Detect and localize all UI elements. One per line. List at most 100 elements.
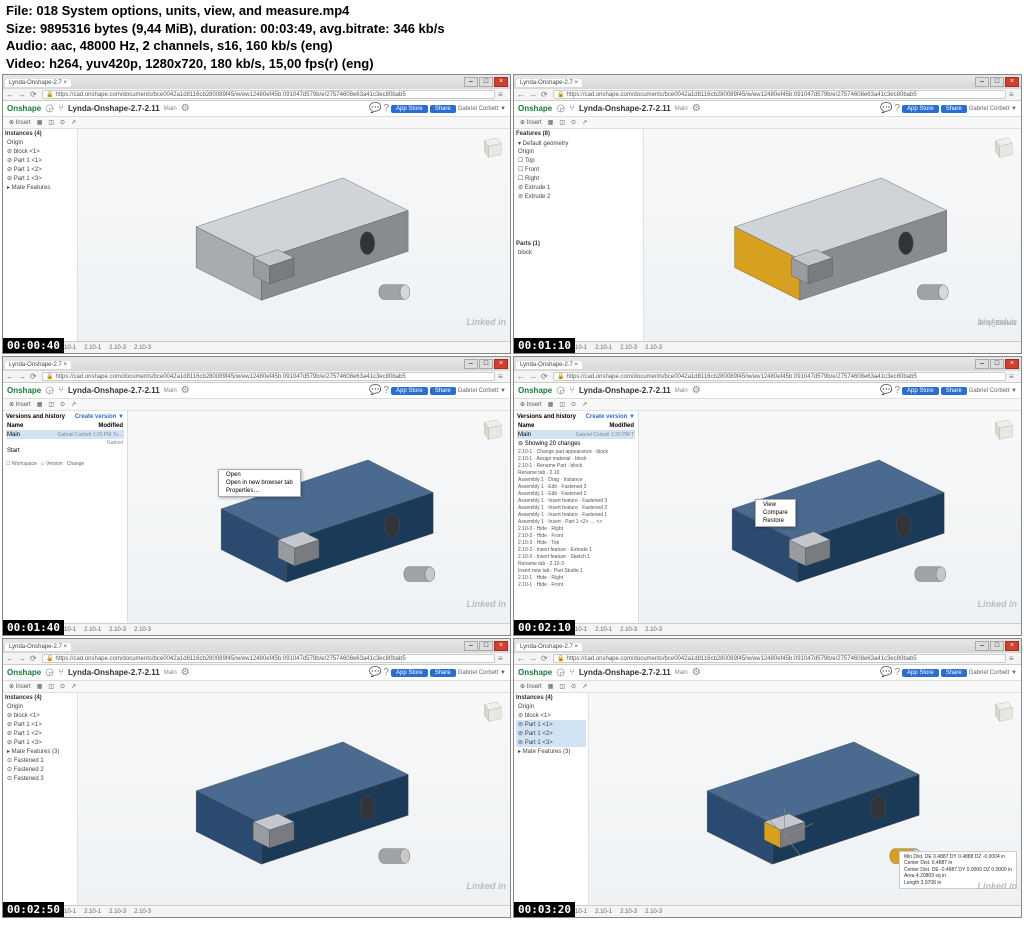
menu-icon[interactable]: ≡ [498, 90, 507, 99]
app-store-btn[interactable]: App Store [391, 105, 428, 113]
history-item[interactable]: 2.10-1 · Hide · Right [517, 574, 635, 581]
user-menu[interactable]: Gabriel Corbett ▼ [458, 106, 506, 112]
hist-icon[interactable]: ◶ [556, 667, 565, 678]
back-icon[interactable]: ← [517, 654, 526, 663]
fwd-icon[interactable]: → [529, 654, 538, 663]
view-cube[interactable] [987, 135, 1015, 163]
vp-tab[interactable]: Change [67, 461, 85, 467]
tool-icon[interactable]: ▦ [548, 119, 554, 126]
branch-icon[interactable]: ⑂ [569, 385, 575, 396]
view-cube[interactable] [476, 417, 504, 445]
sidebar-item[interactable]: ▸ Mate Features [5, 183, 75, 192]
reload-icon[interactable]: ⟳ [30, 372, 39, 381]
help-icon[interactable]: ? [894, 103, 900, 114]
share-btn[interactable]: Share [941, 669, 967, 677]
tool-icon[interactable]: ⊙ [571, 683, 576, 690]
url-input[interactable]: 🔒https://cad.onshape.com/documents/bce00… [42, 654, 495, 663]
gear-icon[interactable]: ⚙ [692, 667, 701, 678]
hist-icon[interactable]: ◶ [556, 103, 565, 114]
history-item[interactable]: Insert new tab · Part Studio 1 [517, 567, 635, 574]
close-btn[interactable]: × [494, 359, 508, 369]
share-btn[interactable]: Share [430, 669, 456, 677]
history-item[interactable]: Assembly 1 · Drag · Instance [517, 476, 635, 483]
tool-icon[interactable]: ▦ [37, 119, 43, 126]
history-item[interactable]: 2.10-1 · Change part appearance · block [517, 448, 635, 455]
sidebar-item[interactable]: ⊘ Part 1 <1> [5, 156, 75, 165]
fwd-icon[interactable]: → [18, 90, 27, 99]
back-icon[interactable]: ← [517, 372, 526, 381]
footer-tab[interactable]: 2.10-3 [645, 345, 662, 351]
tool-icon[interactable]: ⊙ [60, 683, 65, 690]
sidebar-item[interactable]: ▸ Mate Features (3) [5, 747, 75, 756]
close-btn[interactable]: × [1005, 641, 1019, 651]
hist-icon[interactable]: ◶ [45, 667, 54, 678]
history-item[interactable]: 2.10-1 · Assign material · block [517, 455, 635, 462]
create-version-btn[interactable]: Create version ▼ [75, 414, 124, 420]
fwd-icon[interactable]: → [529, 372, 538, 381]
view-cube[interactable] [476, 699, 504, 727]
sidebar-item[interactable]: ⊙ Fastened 1 [5, 756, 75, 765]
fwd-icon[interactable]: → [529, 90, 538, 99]
maximize-btn[interactable]: □ [990, 641, 1004, 651]
help-icon[interactable]: ? [894, 667, 900, 678]
gear-icon[interactable]: ⚙ [181, 385, 190, 396]
sidebar-item[interactable]: ⊙ Fastened 2 [5, 765, 75, 774]
history-item[interactable]: Assembly 1 · Insert feature · Fastened 1 [517, 511, 635, 518]
user-menu[interactable]: Gabriel Corbett ▼ [458, 388, 506, 394]
history-item[interactable]: Assembly 1 · Edit · Fastened 2 [517, 490, 635, 497]
vp-tab[interactable]: ◇ Version [41, 461, 63, 467]
branch-icon[interactable]: ⑂ [58, 385, 64, 396]
tool-icon[interactable]: ▦ [37, 683, 43, 690]
footer-tab[interactable]: 2.10-1 [595, 909, 612, 915]
history-item[interactable]: 2.10-3 · Hide · Front [517, 532, 635, 539]
view-cube[interactable] [476, 135, 504, 163]
sidebar-item[interactable]: ⊘ Extrude 1 [516, 183, 641, 192]
back-icon[interactable]: ← [6, 372, 15, 381]
tool-icon[interactable]: ▦ [37, 401, 43, 408]
sidebar-item[interactable]: ⊘ Part 1 <2> [516, 729, 586, 738]
close-btn[interactable]: × [494, 77, 508, 87]
insert-btn[interactable]: ⊕ Insert [9, 119, 31, 126]
ctx-item[interactable]: Compare [757, 509, 794, 517]
hist-icon[interactable]: ◶ [45, 385, 54, 396]
reload-icon[interactable]: ⟳ [30, 654, 39, 663]
sidebar-item[interactable]: ⊘ Part 1 <3> [5, 174, 75, 183]
sidebar-item[interactable]: ⊘ Part 1 <1> [5, 720, 75, 729]
gear-icon[interactable]: ⚙ [181, 103, 190, 114]
footer-tab[interactable]: 2.10-3 [134, 345, 151, 351]
chat-icon[interactable]: 💬 [880, 385, 892, 396]
user-menu[interactable]: Gabriel Corbett ▼ [969, 388, 1017, 394]
fwd-icon[interactable]: → [18, 654, 27, 663]
user-menu[interactable]: Gabriel Corbett ▼ [969, 670, 1017, 676]
share-btn[interactable]: Share [941, 387, 967, 395]
tool-icon[interactable]: ↗ [71, 401, 76, 408]
sidebar-item[interactable]: ⊘ Part 1 <1> [516, 720, 586, 729]
sidebar-item[interactable]: ☐ Right [516, 174, 641, 183]
share-btn[interactable]: Share [430, 105, 456, 113]
back-icon[interactable]: ← [6, 654, 15, 663]
url-input[interactable]: 🔒https://cad.onshape.com/documents/bce00… [553, 90, 1006, 99]
maximize-btn[interactable]: □ [479, 641, 493, 651]
browser-tab[interactable]: Lynda-Onshape-2.7 × [5, 79, 71, 87]
history-item[interactable]: Assembly 1 · Edit · Fastened 3 [517, 483, 635, 490]
maximize-btn[interactable]: □ [990, 359, 1004, 369]
sidebar-item[interactable]: ⊘ Extrude 2 [516, 192, 641, 201]
ctx-item[interactable]: Restore [757, 517, 794, 525]
tool-icon[interactable]: ◫ [559, 401, 565, 408]
menu-icon[interactable]: ≡ [1009, 654, 1018, 663]
history-item[interactable]: 2.10-1 · Hide · Front [517, 581, 635, 588]
sidebar-item[interactable]: ▾ Default geometry [516, 139, 641, 148]
ctx-item[interactable]: Open [220, 471, 299, 479]
viewport-3d[interactable]: ViewCompareRestore Linked in [639, 411, 1021, 623]
insert-btn[interactable]: ⊕ Insert [9, 401, 31, 408]
tool-icon[interactable]: ◫ [48, 119, 54, 126]
branch-icon[interactable]: ⑂ [58, 103, 64, 114]
footer-tab[interactable]: 2.10-3 [620, 345, 637, 351]
reload-icon[interactable]: ⟳ [541, 372, 550, 381]
gear-icon[interactable]: ⚙ [181, 667, 190, 678]
chat-icon[interactable]: 💬 [369, 385, 381, 396]
reload-icon[interactable]: ⟳ [30, 90, 39, 99]
reload-icon[interactable]: ⟳ [541, 90, 550, 99]
footer-tab[interactable]: 2.10-3 [109, 909, 126, 915]
menu-icon[interactable]: ≡ [498, 654, 507, 663]
